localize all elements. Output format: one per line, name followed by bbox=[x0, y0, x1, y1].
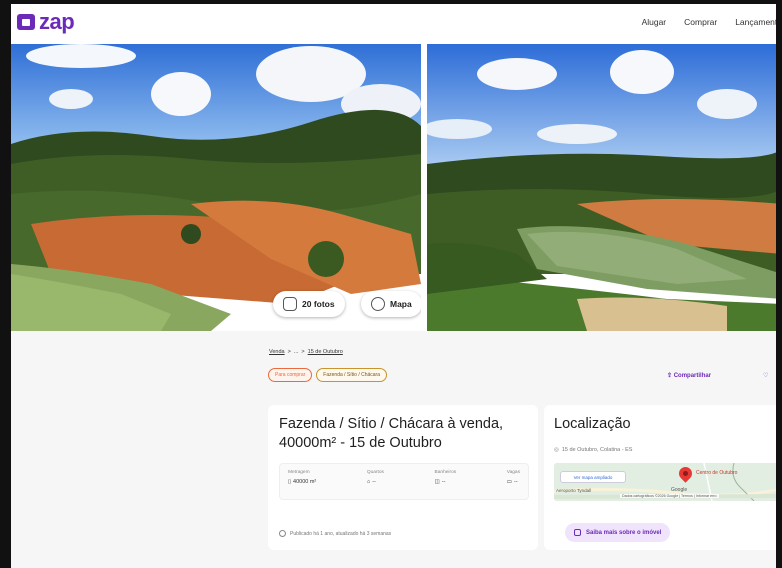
breadcrumb-separator: > bbox=[287, 349, 291, 355]
zap-logo[interactable]: zap bbox=[17, 9, 75, 35]
brand-name: zap bbox=[39, 9, 75, 34]
share-label: Compartilhar bbox=[673, 373, 712, 379]
favorite-icon[interactable]: ♡ bbox=[763, 372, 768, 379]
map-button-label: Mapa bbox=[390, 299, 412, 309]
expand-map-button[interactable]: Ver mapa ampliado bbox=[560, 471, 626, 483]
stat-value: ▭ -- bbox=[507, 479, 520, 485]
published-info: Publicado há 1 ano, atualizado há 3 sema… bbox=[279, 530, 391, 537]
stat-value: ◫ -- bbox=[435, 479, 457, 485]
learn-more-button[interactable]: Saiba mais sobre o imóvel bbox=[565, 523, 671, 542]
breadcrumb-city[interactable]: 15 de Outubro bbox=[308, 349, 343, 355]
bed-icon: ⌂ bbox=[366, 479, 371, 485]
google-logo: Google bbox=[671, 487, 688, 493]
breadcrumb-ellipsis[interactable]: ... bbox=[294, 349, 299, 355]
share-button[interactable]: ⇪ Compartilhar bbox=[667, 372, 711, 379]
location-address: ◎ 15 de Outubro, Colatina - ES bbox=[554, 447, 632, 453]
photos-button-label: 20 fotos bbox=[302, 299, 335, 309]
photos-button[interactable]: 20 fotos bbox=[273, 291, 345, 317]
stat-label: Banheiros bbox=[434, 470, 457, 475]
nav-lancamentos[interactable]: Lançamento bbox=[735, 17, 782, 27]
location-address-text: 15 de Outubro, Colatina - ES bbox=[561, 447, 633, 453]
breadcrumb-venda[interactable]: Venda bbox=[269, 349, 285, 355]
sale-tag: Para comprar bbox=[268, 368, 313, 382]
stat-bedrooms: Quartos ⌂ -- bbox=[367, 470, 384, 493]
camera-icon bbox=[283, 297, 297, 311]
stat-label: Vagas bbox=[506, 470, 520, 475]
stat-value: ▯ 40000 m² bbox=[288, 479, 316, 485]
stat-bathrooms: Banheiros ◫ -- bbox=[435, 470, 457, 493]
location-title: Localização bbox=[554, 416, 631, 432]
stat-area: Metragem ▯ 40000 m² bbox=[288, 470, 316, 493]
location-map[interactable]: Ver mapa ampliado Centro de Outubro Aero… bbox=[554, 463, 782, 501]
house-logo-icon bbox=[17, 14, 35, 30]
location-card: Localização ◎ 15 de Outubro, Colatina - … bbox=[544, 405, 782, 550]
location-pin-icon: ◎ bbox=[554, 447, 559, 453]
map-area-label: Aeroporto Tyndall bbox=[556, 488, 592, 493]
listing-photo-2[interactable] bbox=[427, 44, 782, 331]
breadcrumb-separator: > bbox=[301, 349, 305, 355]
published-text: Publicado há 1 ano, atualizado há 3 sema… bbox=[290, 530, 392, 537]
stat-value-text: -- bbox=[513, 479, 518, 485]
stat-value: ⌂ -- bbox=[367, 479, 384, 485]
info-icon bbox=[574, 529, 581, 536]
map-button[interactable]: Mapa bbox=[361, 291, 421, 317]
area-icon: ▯ bbox=[288, 479, 292, 485]
nav-alugar[interactable]: Alugar bbox=[642, 17, 667, 27]
listing-photo-1[interactable]: 20 fotos Mapa bbox=[11, 44, 421, 331]
learn-more-label: Saiba mais sobre o imóvel bbox=[586, 529, 662, 536]
nav-comprar[interactable]: Comprar bbox=[684, 17, 717, 27]
property-type-tag: Fazenda / Sítio / Chácara bbox=[316, 368, 387, 382]
listing-summary-card: Fazenda / Sítio / Chácara à venda, 40000… bbox=[268, 405, 538, 550]
bath-icon: ◫ bbox=[434, 479, 440, 485]
stat-label: Metragem bbox=[288, 470, 310, 475]
listing-tags: Para comprar Fazenda / Sítio / Chácara bbox=[268, 368, 387, 382]
stat-parking: Vagas ▭ -- bbox=[507, 470, 520, 493]
photo-gallery: 20 fotos Mapa bbox=[11, 44, 782, 331]
listing-content: Venda > ... > 15 de Outubro Para comprar… bbox=[11, 331, 782, 568]
breadcrumb: Venda > ... > 15 de Outubro bbox=[269, 349, 343, 355]
stat-label: Quartos bbox=[366, 470, 384, 475]
clock-icon bbox=[279, 530, 286, 537]
top-header: zap Alugar Comprar Lançamento bbox=[11, 4, 782, 40]
map-credit[interactable]: Dados cartográficos ©2026 Google | Termo… bbox=[620, 494, 719, 498]
car-icon: ▭ bbox=[506, 479, 512, 485]
listing-title: Fazenda / Sítio / Chácara à venda, 40000… bbox=[279, 416, 504, 451]
stat-value-text: 40000 m² bbox=[293, 479, 317, 485]
main-nav: Alugar Comprar Lançamento bbox=[642, 4, 782, 40]
map-pin-icon bbox=[371, 297, 385, 311]
stat-value-text: -- bbox=[441, 479, 446, 485]
stat-value-text: -- bbox=[372, 479, 376, 485]
map-place-label: Centro de Outubro bbox=[696, 470, 738, 476]
listing-stats: Metragem ▯ 40000 m² Quartos ⌂ -- Banheiros… bbox=[279, 463, 529, 500]
